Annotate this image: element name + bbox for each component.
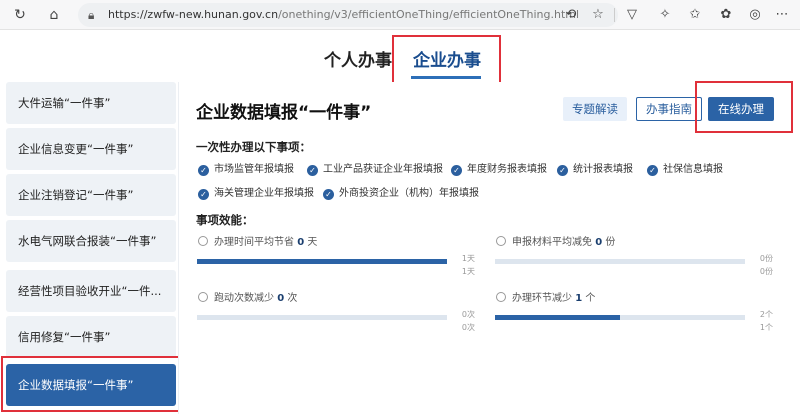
highlight-box-sidebar-active: [1, 356, 185, 412]
check-icon: ✓: [198, 165, 209, 176]
bar-fill: [197, 259, 447, 264]
toolbar-divider: [614, 8, 615, 22]
list-item: ✓ 海关管理企业年报填报: [198, 187, 314, 201]
favorites-icon[interactable]: ✩: [685, 5, 705, 25]
check-icon: ✓: [557, 165, 568, 176]
metric-steps-bar: [495, 315, 745, 320]
steps-icon: [496, 292, 506, 302]
sidebar-item-credit-repair[interactable]: 信用修复“一件事”: [6, 316, 176, 358]
favorite-star-icon[interactable]: ☆: [588, 5, 608, 25]
metric-trips-top-text: 0次: [461, 310, 475, 319]
metric-steps-label: 办理环节减少 1 个: [496, 292, 595, 306]
address-bar[interactable]: 🔒︎ https://zwfw-new.hunan.gov.cn/onethin…: [78, 3, 618, 27]
metric-materials-bottom-text: 0份: [759, 267, 773, 276]
check-icon: ✓: [198, 189, 209, 200]
tab-personal[interactable]: 个人办事: [324, 46, 392, 71]
service-guide-button[interactable]: 办事指南: [636, 97, 702, 121]
check-icon: ✓: [323, 189, 334, 200]
sidebar-item-info-change[interactable]: 企业信息变更“一件事”: [6, 128, 176, 170]
lock-icon: 🔒︎: [88, 8, 95, 22]
metric-materials-top-text: 0份: [759, 254, 773, 263]
shield-icon[interactable]: ▽: [622, 5, 642, 25]
efficiency-section-label: 事项效能：: [196, 213, 254, 227]
more-menu-icon[interactable]: ⋯: [772, 5, 792, 25]
highlight-box-online-button: [695, 81, 793, 133]
home-icon[interactable]: ⌂: [44, 5, 64, 25]
onetime-section-label: 一次性办理以下事项：: [196, 140, 311, 154]
reload-icon[interactable]: ↻: [10, 5, 30, 25]
check-icon: ✓: [451, 165, 462, 176]
sidebar-item-project-acceptance[interactable]: 经营性项目验收开业“一件...: [6, 270, 176, 312]
metric-trips-label: 跑动次数减少 0 次: [198, 292, 297, 306]
list-item: ✓ 年度财务报表填报: [451, 163, 547, 177]
bar-fill: [495, 315, 620, 320]
translate-icon[interactable]: ⟲: [561, 5, 581, 25]
metric-time-saved-bar: [197, 259, 447, 264]
extensions-icon[interactable]: ✧: [655, 5, 675, 25]
panel-title: 企业数据填报“一件事”: [196, 103, 372, 123]
sidebar-item-large-transport[interactable]: 大件运输“一件事”: [6, 82, 176, 124]
list-item: ✓ 工业产品获证企业年报填报: [307, 163, 443, 177]
collections-icon[interactable]: ✿: [716, 5, 736, 25]
document-icon: [496, 236, 506, 246]
metric-trips-bottom-text: 0次: [461, 323, 475, 332]
metric-materials-label: 申报材料平均减免 0 份: [496, 236, 615, 250]
check-icon: ✓: [307, 165, 318, 176]
footsteps-icon: [198, 292, 208, 302]
metric-materials-bar: [495, 259, 745, 264]
sidebar-item-deregistration[interactable]: 企业注销登记“一件事”: [6, 174, 176, 216]
metric-time-saved-label: 办理时间平均节省 0 天: [198, 236, 317, 250]
browser-toolbar: ↻ ⌂ 🔒︎ https://zwfw-new.hunan.gov.cn/one…: [0, 0, 800, 30]
list-item: ✓ 市场监管年报填报: [198, 163, 294, 177]
list-item: ✓ 统计报表填报: [557, 163, 633, 177]
topic-interpretation-button[interactable]: 专题解读: [563, 97, 627, 121]
copilot-icon[interactable]: ◎: [745, 5, 765, 25]
list-item: ✓ 外商投资企业（机构）年报填报: [323, 187, 479, 201]
check-icon: ✓: [647, 165, 658, 176]
metric-time-top-text: 1天: [461, 254, 475, 263]
list-item: ✓ 社保信息填报: [647, 163, 723, 177]
metric-time-bottom-text: 1天: [461, 267, 475, 276]
metric-trips-bar: [197, 315, 447, 320]
clock-icon: [198, 236, 208, 246]
metric-steps-bottom-text: 1个: [759, 323, 773, 332]
metric-steps-top-text: 2个: [759, 310, 773, 319]
url-text: https://zwfw-new.hunan.gov.cn/onething/v…: [108, 8, 580, 21]
sidebar-item-utilities[interactable]: 水电气网联合报装“一件事”: [6, 220, 176, 262]
